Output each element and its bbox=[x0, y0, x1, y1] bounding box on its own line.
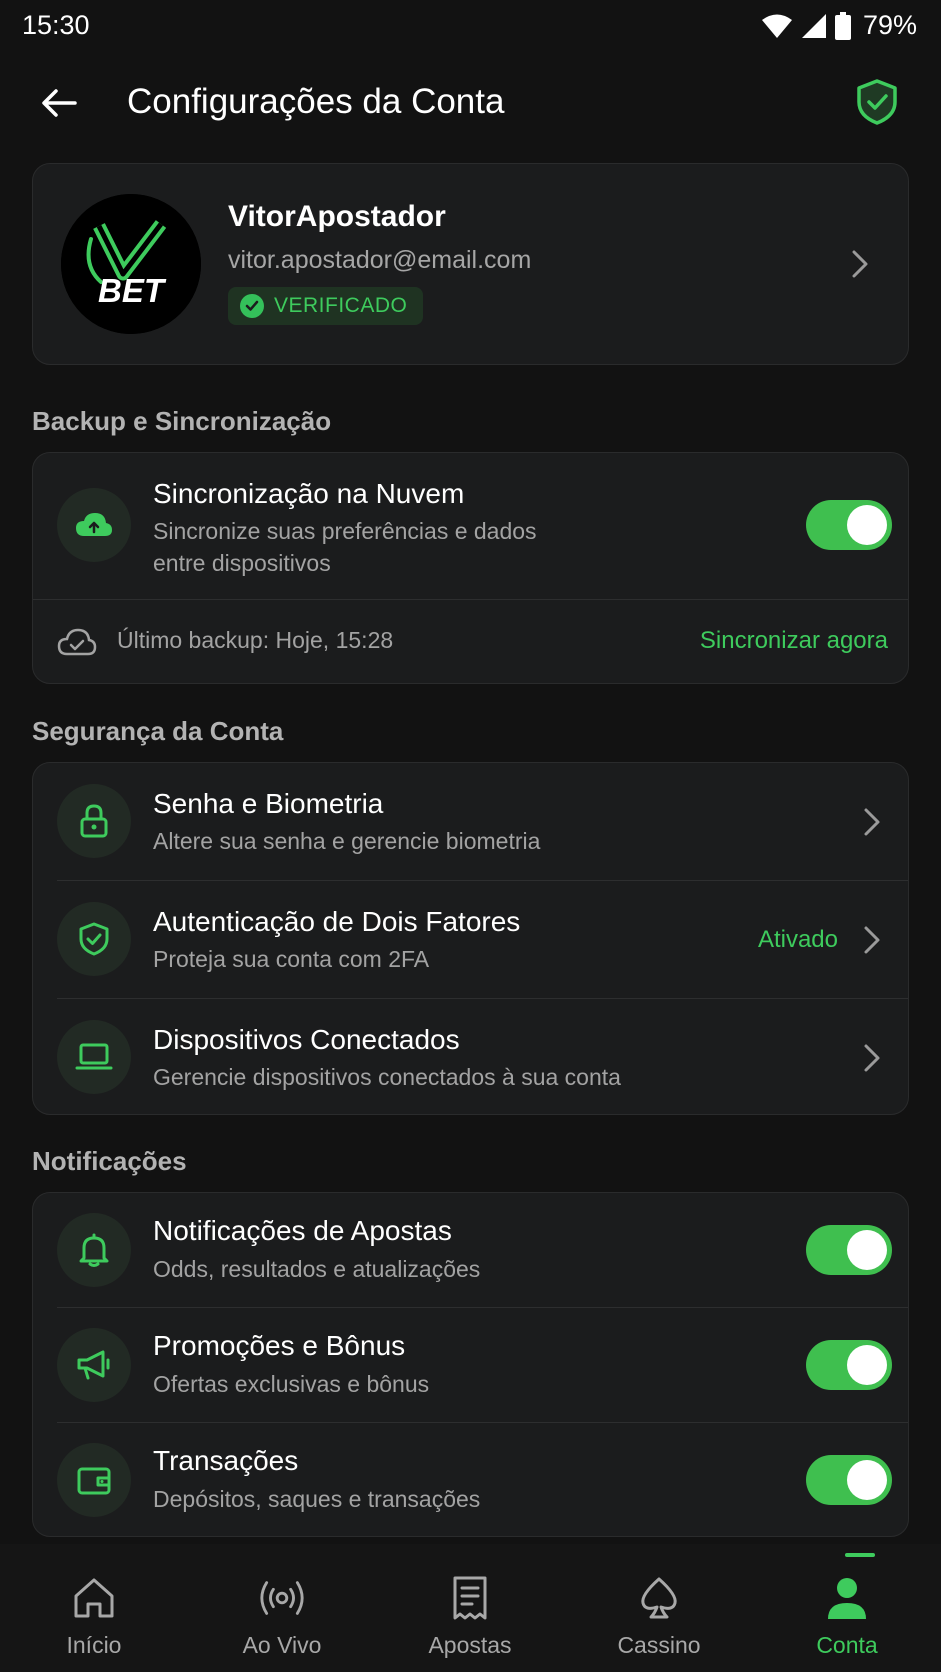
cloud-sync-title: Sincronização na Nuvem bbox=[153, 478, 465, 509]
chevron-right-icon bbox=[846, 247, 874, 281]
shield-check-icon bbox=[57, 902, 131, 976]
security-item-subtitle: Altere sua senha e gerencie biometria bbox=[153, 828, 541, 854]
megaphone-icon bbox=[57, 1328, 131, 1402]
security-item-subtitle: Proteja sua conta com 2FA bbox=[153, 946, 430, 972]
cloud-check-icon bbox=[57, 626, 97, 663]
sync-now-link[interactable]: Sincronizar agora bbox=[700, 627, 888, 655]
profile-email: vitor.apostador@email.com bbox=[228, 246, 532, 274]
security-card: Senha e Biometria Altere sua senha e ger… bbox=[32, 762, 909, 1115]
check-circle-icon bbox=[240, 294, 264, 318]
notification-item-title: Promoções e Bônus bbox=[153, 1330, 406, 1361]
notifications-card: Notificações de Apostas Odds, resultados… bbox=[32, 1192, 909, 1537]
nav-label: Início bbox=[66, 1632, 122, 1658]
vbet-logo-icon bbox=[61, 194, 201, 334]
nav-item-apostas[interactable]: Apostas bbox=[376, 1544, 564, 1672]
profile-name: VitorApostador bbox=[228, 200, 446, 233]
avatar-logo-text: BET bbox=[98, 272, 164, 309]
notification-item-subtitle: Ofertas exclusivas e bônus bbox=[153, 1371, 430, 1397]
arrow-left-icon bbox=[42, 89, 77, 117]
bell-icon bbox=[57, 1213, 131, 1287]
spade-icon bbox=[635, 1574, 683, 1622]
security-item-2fa[interactable]: Autenticação de Dois Fatores Proteja sua… bbox=[33, 881, 908, 998]
chevron-right-icon bbox=[858, 805, 886, 839]
chevron-right-icon bbox=[858, 1041, 886, 1075]
toggle-knob bbox=[847, 1345, 887, 1385]
nav-label: Apostas bbox=[428, 1632, 512, 1658]
status-icons: 79% bbox=[761, 10, 917, 41]
app-header: Configurações da Conta bbox=[0, 60, 941, 146]
cloud-upload-icon bbox=[57, 488, 131, 562]
cloud-sync-toggle[interactable] bbox=[806, 500, 892, 550]
lock-icon bbox=[57, 784, 131, 858]
notification-item-title: Transações bbox=[153, 1445, 299, 1476]
account-settings-screen: 15:30 79% Configurações da Conta BET Vit… bbox=[0, 0, 941, 1672]
bets-notifications-toggle[interactable] bbox=[806, 1225, 892, 1275]
nav-label: Ao Vivo bbox=[242, 1632, 322, 1658]
live-icon bbox=[258, 1574, 306, 1622]
notifications-section-title: Notificações bbox=[32, 1146, 187, 1176]
notification-item-transactions: Transações Depósitos, saques e transaçõe… bbox=[33, 1423, 908, 1536]
last-backup-text: Último backup: Hoje, 15:28 bbox=[117, 627, 394, 653]
avatar: BET bbox=[61, 194, 201, 334]
notification-item-bets: Notificações de Apostas Odds, resultados… bbox=[33, 1193, 908, 1307]
2fa-status-label: Ativado bbox=[757, 926, 838, 953]
notification-item-promotions: Promoções e Bônus Ofertas exclusivas e b… bbox=[33, 1308, 908, 1422]
notification-item-subtitle: Depósitos, saques e transações bbox=[153, 1486, 481, 1512]
chevron-right-icon bbox=[858, 923, 886, 957]
cloud-sync-row: Sincronização na Nuvem Sincronize suas p… bbox=[33, 453, 908, 599]
last-backup-row: Último backup: Hoje, 15:28 Sincronizar a… bbox=[33, 600, 908, 683]
security-item-password[interactable]: Senha e Biometria Altere sua senha e ger… bbox=[33, 763, 908, 880]
profile-card[interactable]: BET VitorApostador vitor.apostador@email… bbox=[32, 163, 909, 365]
security-item-title: Dispositivos Conectados bbox=[153, 1024, 460, 1055]
nav-item-conta[interactable]: Conta bbox=[753, 1544, 941, 1672]
wifi-icon bbox=[761, 13, 793, 39]
back-button[interactable] bbox=[36, 80, 82, 126]
laptop-icon bbox=[57, 1020, 131, 1094]
home-icon bbox=[70, 1574, 118, 1622]
notification-item-subtitle: Odds, resultados e atualizações bbox=[153, 1256, 481, 1282]
nav-item-ao-vivo[interactable]: Ao Vivo bbox=[188, 1544, 376, 1672]
status-time: 15:30 bbox=[22, 10, 90, 40]
cloud-sync-subtitle-line1: Sincronize suas preferências e dados bbox=[153, 518, 537, 544]
backup-section-title: Backup e Sincronização bbox=[32, 406, 332, 436]
active-tab-indicator bbox=[845, 1553, 875, 1557]
transactions-notifications-toggle[interactable] bbox=[806, 1455, 892, 1505]
status-bar: 15:30 79% bbox=[0, 0, 941, 52]
security-item-title: Senha e Biometria bbox=[153, 788, 384, 819]
wallet-icon bbox=[57, 1443, 131, 1517]
battery-percentage: 79% bbox=[862, 10, 917, 40]
security-shield-icon[interactable] bbox=[855, 78, 899, 126]
security-item-title: Autenticação de Dois Fatores bbox=[153, 906, 521, 937]
bottom-navigation: Início Ao Vivo Apostas Cassino Conta bbox=[0, 1544, 941, 1672]
user-icon bbox=[823, 1574, 871, 1622]
verified-badge: VERIFICADO bbox=[228, 287, 424, 325]
notification-item-title: Notificações de Apostas bbox=[153, 1215, 452, 1246]
toggle-knob bbox=[847, 1230, 887, 1270]
page-title: Configurações da Conta bbox=[127, 82, 505, 121]
nav-item-inicio[interactable]: Início bbox=[0, 1544, 188, 1672]
toggle-knob bbox=[847, 1460, 887, 1500]
cloud-sync-subtitle-line2: entre dispositivos bbox=[153, 550, 331, 576]
battery-icon bbox=[834, 11, 851, 40]
promotions-notifications-toggle[interactable] bbox=[806, 1340, 892, 1390]
security-item-subtitle: Gerencie dispositivos conectados à sua c… bbox=[153, 1064, 621, 1090]
verified-label: VERIFICADO bbox=[274, 294, 408, 317]
nav-item-cassino[interactable]: Cassino bbox=[565, 1544, 753, 1672]
security-section-title: Segurança da Conta bbox=[32, 716, 284, 746]
signal-icon bbox=[801, 13, 827, 39]
backup-card: Sincronização na Nuvem Sincronize suas p… bbox=[32, 452, 909, 684]
toggle-knob bbox=[847, 505, 887, 545]
nav-label: Cassino bbox=[617, 1632, 701, 1658]
receipt-icon bbox=[446, 1574, 494, 1622]
security-item-devices[interactable]: Dispositivos Conectados Gerencie disposi… bbox=[33, 999, 908, 1114]
nav-label: Conta bbox=[816, 1632, 878, 1658]
